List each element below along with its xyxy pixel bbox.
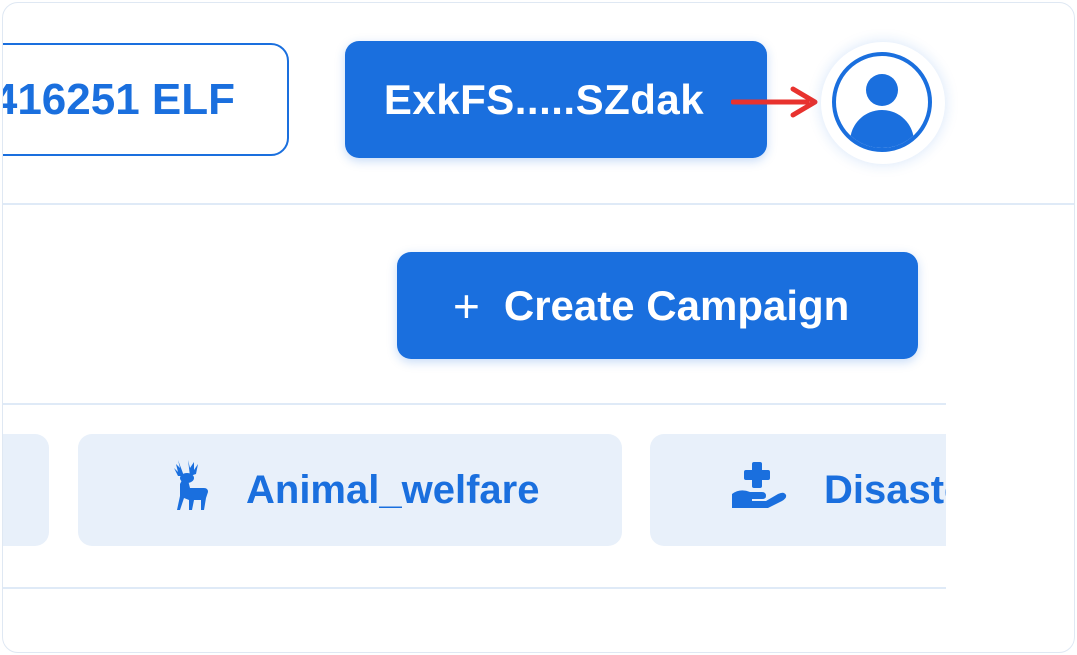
category-chip[interactable] [3, 434, 49, 546]
category-label: Disaste [824, 467, 946, 512]
plus-icon: + [453, 279, 480, 332]
wallet-address-button[interactable]: ExkFS.....SZdak [345, 41, 767, 158]
red-arrow-icon [731, 86, 818, 118]
deer-icon [168, 458, 210, 522]
balance-text: 416251 ELF [2, 74, 235, 124]
user-avatar-icon [832, 52, 932, 152]
create-campaign-label: Create Campaign [503, 281, 850, 329]
section-divider-bottom [3, 587, 946, 589]
app-frame: 416251 ELF ExkFS.....SZdak + Create Camp… [2, 2, 1075, 653]
category-chip-animal-welfare[interactable]: Animal_welfare [78, 434, 622, 546]
create-campaign-button[interactable]: + Create Campaign [397, 252, 918, 359]
header-divider [3, 203, 1074, 205]
balance-button[interactable]: 416251 ELF [2, 43, 289, 156]
category-chip-disaster[interactable]: Disaste [650, 434, 946, 546]
profile-avatar-button[interactable] [821, 42, 945, 164]
wallet-address-text: ExkFS.....SZdak [383, 75, 705, 123]
hand-medical-icon [730, 460, 788, 520]
section-divider [3, 403, 946, 405]
category-label: Animal_welfare [246, 467, 540, 512]
category-list: Animal_welfare Disaste [3, 434, 946, 546]
